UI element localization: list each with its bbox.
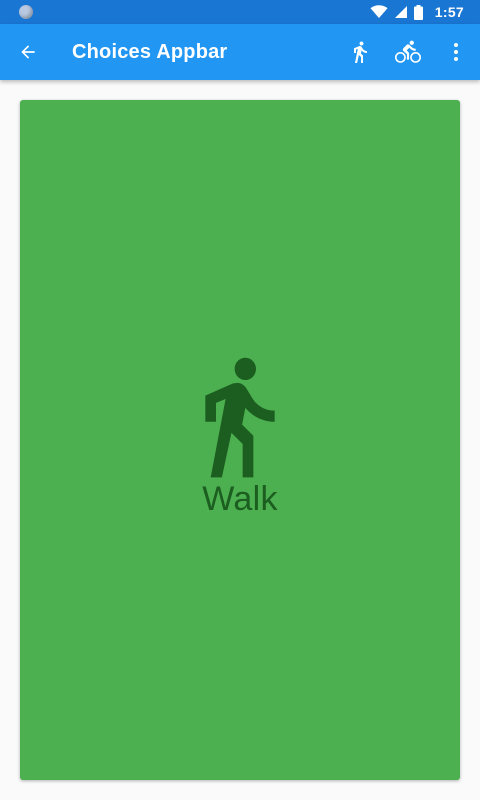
choice-card: Walk xyxy=(20,100,460,780)
screen: 1:57 Choices Appbar Walk xyxy=(0,0,480,800)
status-time: 1:57 xyxy=(434,4,464,20)
back-arrow-icon xyxy=(21,45,35,59)
walk-icon xyxy=(205,357,275,478)
bike-action-button[interactable] xyxy=(384,28,432,76)
more-vert-icon xyxy=(454,43,458,61)
notification-icon xyxy=(19,5,33,19)
bike-icon xyxy=(395,40,421,63)
battery-icon xyxy=(413,4,423,20)
wifi-icon xyxy=(370,5,388,18)
status-bar: 1:57 xyxy=(0,0,480,24)
back-button[interactable] xyxy=(4,28,52,76)
walk-icon xyxy=(354,41,367,63)
walk-action-button[interactable] xyxy=(336,28,384,76)
status-icons: 1:57 xyxy=(370,0,464,24)
choice-label: Walk xyxy=(202,480,278,518)
more-options-button[interactable] xyxy=(432,28,480,76)
page-title: Choices Appbar xyxy=(72,41,228,63)
app-bar: Choices Appbar xyxy=(0,24,480,80)
signal-icon xyxy=(394,6,407,18)
